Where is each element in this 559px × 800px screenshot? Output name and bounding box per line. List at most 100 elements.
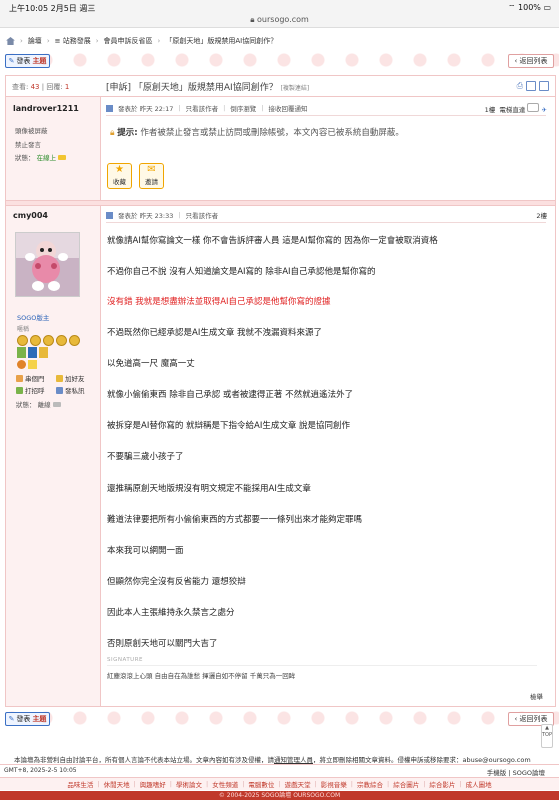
post-body-line: 不過既然你已經承認是AI生成文章 我就不洩漏資料來源了 bbox=[107, 328, 323, 338]
back-arrow-icon: ‹ bbox=[514, 57, 518, 65]
post-new-button-bottom[interactable]: ✎ 發表 主題 bbox=[5, 712, 50, 726]
nav-item[interactable]: 電腦數位 bbox=[248, 779, 274, 789]
badge-row bbox=[17, 347, 48, 358]
breadcrumb-forum[interactable]: 論壇 bbox=[28, 36, 42, 46]
nav-item[interactable]: 綜合圖片 bbox=[393, 779, 419, 789]
post1-status: 狀態： 在線上 bbox=[15, 152, 67, 162]
add-friend-icon bbox=[56, 374, 63, 382]
copyright: © 2004-2025 SOGO論壇 OURSOGO.COM bbox=[0, 791, 559, 800]
medal-icon bbox=[43, 335, 54, 346]
greet-link[interactable]: 打招呼 bbox=[16, 385, 45, 395]
favorite-button[interactable]: ★ 收藏 bbox=[107, 163, 132, 189]
user-level: 暱稱 bbox=[17, 326, 30, 333]
nav-item[interactable]: 學術論文 bbox=[176, 779, 202, 789]
post2-floor: 2樓 bbox=[536, 212, 547, 220]
back-arrow-icon: ‹ bbox=[514, 715, 518, 723]
post2-only-author-link[interactable]: 只看該作者 bbox=[186, 210, 219, 220]
home-icon[interactable] bbox=[6, 37, 15, 45]
pencil-icon: ✎ bbox=[8, 57, 15, 65]
jump-icon[interactable]: ✈ bbox=[542, 106, 547, 114]
post-body-line: 但顯然你完全沒有反省能力 還想狡辯 bbox=[107, 577, 246, 587]
back-to-list-button[interactable]: ‹ 返回列表 bbox=[508, 54, 554, 68]
badge-icon bbox=[17, 347, 26, 358]
pencil-icon: ✎ bbox=[8, 715, 15, 723]
scroll-top-button[interactable]: ▲ TOP bbox=[541, 724, 553, 748]
post-body-line: 本來我可以網開一面 bbox=[107, 546, 184, 556]
footer-links: 手機版 | SOGO論壇 bbox=[486, 769, 545, 777]
post-body-line: 不過你自己不說 沒有人知道論文是AI寫的 除非AI自己承認他是幫你寫的 bbox=[107, 267, 376, 277]
post-body-line: 就像小偷偷東西 除非自己承認 或者被逮得正著 不然就逍遙法外了 bbox=[107, 390, 354, 400]
breadcrumb-thread[interactable]: 「原創天地」版規禁用AI協同創作？ bbox=[165, 36, 277, 46]
nav-item[interactable]: 女性頻道 bbox=[212, 779, 238, 789]
thread-stats: 查看: 43 | 回覆: 1 bbox=[12, 83, 70, 91]
thread-title: [申訴] 「原創天地」版規禁用AI協同創作？ [複製連結] bbox=[106, 83, 310, 93]
thread-table: 查看: 43 | 回覆: 1 [申訴] 「原創天地」版規禁用AI協同創作？ [複… bbox=[5, 75, 556, 707]
server-time: GMT+8, 2025-2-5 10:05 bbox=[4, 767, 77, 774]
battery-level: 100% bbox=[518, 3, 541, 12]
chevron-up-icon: ▲ bbox=[545, 725, 549, 731]
post1-only-author-link[interactable]: 只看該作者 bbox=[186, 103, 219, 113]
prev-thread-icon[interactable] bbox=[526, 81, 536, 91]
floor-jump-link[interactable]: 電梯直達 bbox=[499, 106, 525, 114]
bottom-nav: 品味生活 | 休閒天地 | 興趣嗜好 | 學術論文 | 女性頻道 | 電腦數位 | 遊戲天堂… bbox=[0, 777, 559, 790]
nav-item[interactable]: 品味生活 bbox=[67, 779, 93, 789]
user-rank: SOGO版主 bbox=[17, 314, 50, 322]
decorative-pattern bbox=[0, 52, 559, 68]
status-bar: 上午10:05 2月5日 週三 ⌔ 100% ▭ bbox=[0, 0, 559, 14]
breadcrumb: › 論壇 › ≡ 站務發展 › 會員申訴反省區 › 「原創天地」版規禁用AI協同… bbox=[6, 35, 277, 47]
nav-item[interactable]: 綜合影片 bbox=[429, 779, 455, 789]
nav-item[interactable]: 影視音樂 bbox=[321, 779, 347, 789]
post-new-button[interactable]: ✎ 發表 主題 bbox=[5, 54, 50, 68]
nav-item[interactable]: 成人圖地 bbox=[466, 779, 492, 789]
nav-item[interactable]: 休閒天地 bbox=[104, 779, 130, 789]
post-body-line: 被拆穿是AI替你寫的 就辯稱是下指令給AI生成文章 說是協同創作 bbox=[107, 421, 351, 431]
notify-admin-link[interactable]: 通知管理人員 bbox=[274, 756, 313, 764]
lock-icon: 🔒︎ bbox=[250, 15, 255, 24]
badge-icon bbox=[17, 360, 26, 369]
visit-link[interactable]: 串個門 bbox=[16, 373, 45, 383]
signature-label: SIGNATURE bbox=[107, 657, 144, 663]
breadcrumb-category[interactable]: ≡ 站務發展 bbox=[55, 36, 91, 46]
post1-username[interactable]: landrover1211 bbox=[13, 104, 79, 113]
nav-item[interactable]: 遊戲天堂 bbox=[285, 779, 311, 789]
add-friend-link[interactable]: 加好友 bbox=[56, 373, 85, 383]
post2-status: 狀態： 離線 bbox=[16, 399, 61, 409]
message-icon bbox=[56, 386, 63, 394]
nav-item[interactable]: 興趣嗜好 bbox=[140, 779, 166, 789]
post-body-line: 以免道高一尺 魔高一丈 bbox=[107, 359, 195, 369]
wave-icon bbox=[16, 386, 23, 394]
post-body-line: 不要騙三歲小孩子了 bbox=[107, 452, 184, 462]
post-body-line: 否則原創天地可以關門大吉了 bbox=[107, 639, 218, 649]
badge-icon bbox=[28, 360, 37, 369]
post-icon bbox=[106, 104, 113, 112]
url-text: oursogo.com bbox=[257, 15, 309, 24]
post-body-line: 因此本人主張維持永久禁言之處分 bbox=[107, 608, 235, 618]
online-icon bbox=[58, 155, 67, 160]
invite-button[interactable]: ✉ 邀請 bbox=[139, 163, 164, 189]
post-body-line: 就像請AI幫你寫論文一樣 你不會告訴評審人員 這是AI幫你寫的 因為你一定會被取… bbox=[107, 236, 438, 246]
status-right: ⌔ 100% ▭ bbox=[508, 3, 551, 13]
badge-row-2 bbox=[17, 360, 37, 369]
mobile-link[interactable]: 手機版 bbox=[487, 769, 507, 777]
badge-icon bbox=[28, 347, 37, 358]
url-bar[interactable]: 🔒︎ oursogo.com bbox=[0, 13, 559, 28]
print-icon[interactable]: ⎙ bbox=[517, 81, 523, 91]
copy-link[interactable]: [複製連結] bbox=[281, 85, 310, 92]
star-icon: ★ bbox=[115, 164, 124, 175]
post2-username[interactable]: cmy004 bbox=[13, 211, 48, 220]
post1-avatar-blocked: 頭像被屏蔽 bbox=[15, 127, 48, 135]
avatar[interactable] bbox=[15, 232, 80, 297]
forum-link[interactable]: SOGO論壇 bbox=[513, 769, 545, 777]
offline-icon bbox=[52, 402, 61, 407]
report-link[interactable]: 檢舉 bbox=[530, 691, 543, 701]
breadcrumb-board[interactable]: 會員申訴反省區 bbox=[104, 36, 153, 46]
medal-icon bbox=[56, 335, 67, 346]
floor-input[interactable] bbox=[527, 103, 540, 112]
message-link[interactable]: 發私訊 bbox=[56, 385, 85, 395]
next-thread-icon[interactable] bbox=[539, 81, 549, 91]
nav-item[interactable]: 宗教綜合 bbox=[357, 779, 383, 789]
battery-icon: ▭ bbox=[543, 3, 551, 12]
post1-reverse-link[interactable]: 倒序瀏覽 bbox=[230, 103, 256, 113]
post1-notify-link[interactable]: 接收回覆通知 bbox=[268, 103, 307, 113]
signature-text: 紅塵滾滾上心頭 自由自在為誰愁 揮灑自如不停留 千萬只為一回眸 bbox=[107, 672, 296, 680]
